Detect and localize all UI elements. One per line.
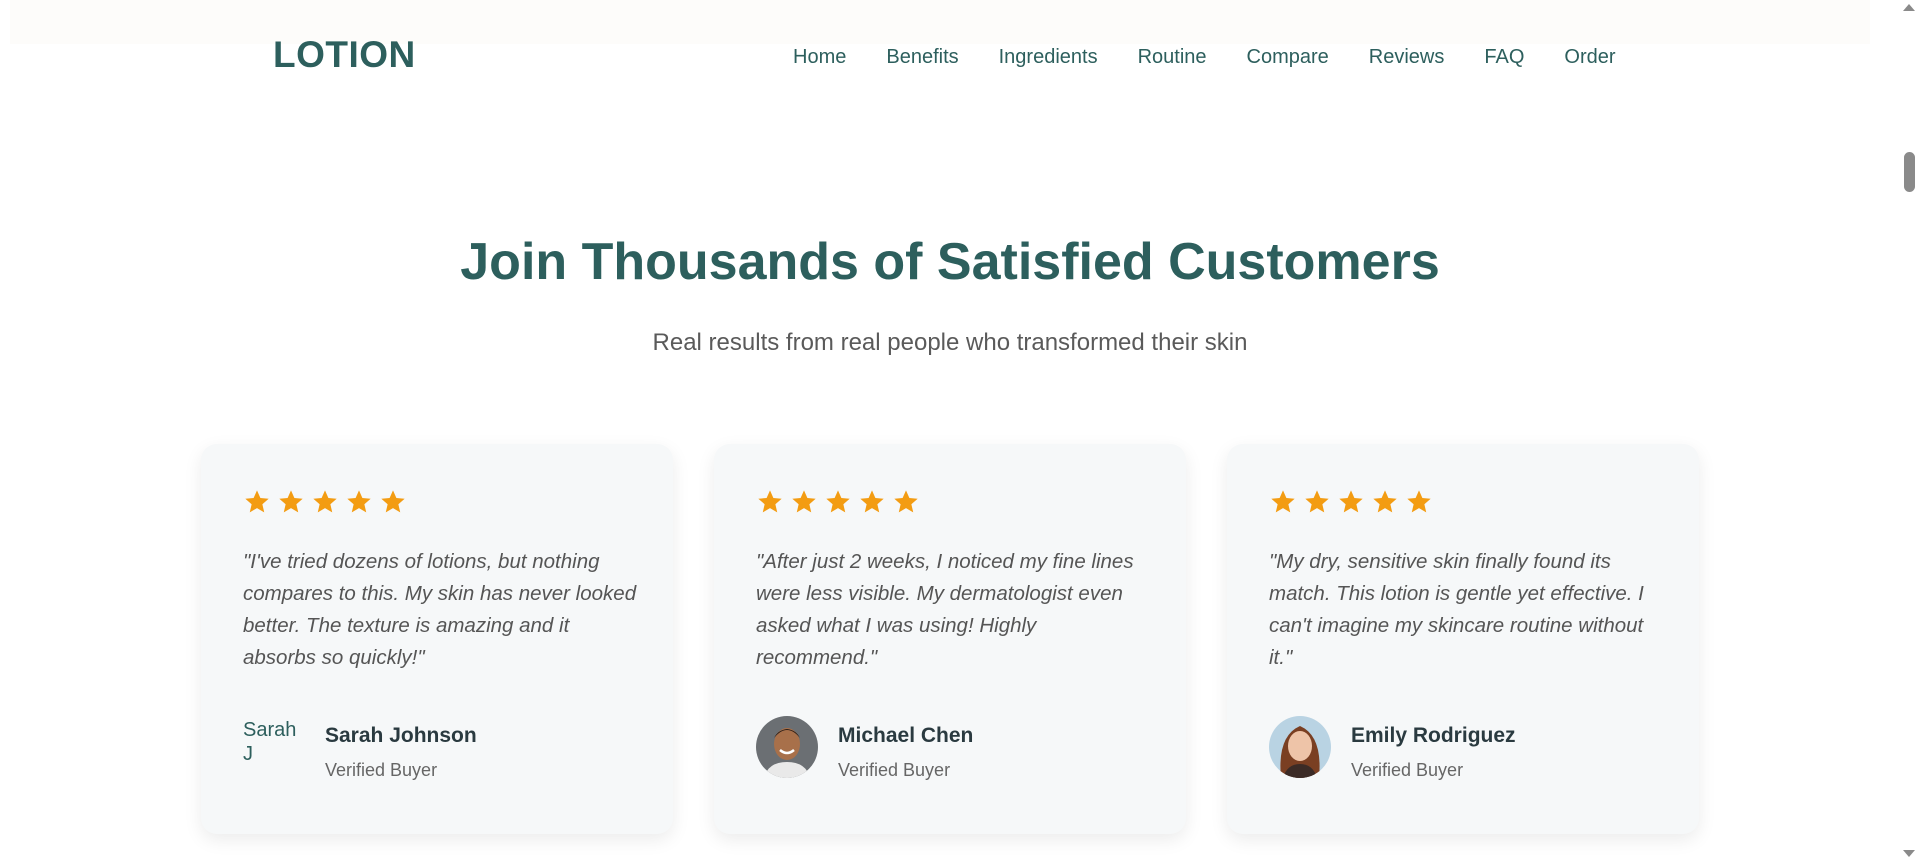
testimonial-card: "I've tried dozens of lotions, but nothi…	[201, 444, 673, 834]
author-info: Emily Rodriguez Verified Buyer	[1351, 716, 1516, 781]
star-icon	[1271, 490, 1295, 513]
star-rating	[756, 488, 1144, 516]
author-info: Michael Chen Verified Buyer	[838, 716, 973, 781]
avatar-image	[756, 716, 818, 778]
nav-reviews[interactable]: Reviews	[1369, 46, 1445, 69]
page-scrollbar[interactable]	[1900, 0, 1919, 861]
author-role: Verified Buyer	[325, 760, 438, 780]
testimonial-quote: "I've tried dozens of lotions, but nothi…	[243, 550, 637, 669]
nav-home[interactable]: Home	[793, 46, 846, 69]
testimonial-author: Emily Rodriguez Verified Buyer	[1269, 716, 1516, 781]
star-icon	[826, 490, 850, 513]
avatar-image	[1269, 716, 1331, 778]
testimonial-quote: "After just 2 weeks, I noticed my fine l…	[756, 550, 1134, 669]
scroll-up-arrow-icon[interactable]	[1903, 4, 1915, 11]
nav-faq[interactable]: FAQ	[1484, 46, 1524, 69]
avatar	[756, 716, 818, 778]
nav-compare[interactable]: Compare	[1247, 46, 1329, 69]
star-icon	[792, 490, 816, 513]
testimonial-card: "After just 2 weeks, I noticed my fine l…	[714, 444, 1186, 834]
nav-benefits[interactable]: Benefits	[886, 46, 958, 69]
star-icon	[1373, 490, 1397, 513]
star-rating	[1269, 488, 1657, 516]
testimonial-card: "My dry, sensitive skin finally found it…	[1227, 444, 1699, 834]
star-icon	[1407, 490, 1431, 513]
section-title: Join Thousands of Satisfied Customers	[460, 233, 1440, 291]
star-icon	[1339, 490, 1363, 513]
star-icon	[245, 490, 269, 513]
nav-order[interactable]: Order	[1564, 46, 1615, 69]
star-icon	[1305, 490, 1329, 513]
section-subtitle: Real results from real people who transf…	[652, 329, 1248, 356]
star-icon	[347, 490, 371, 513]
author-name: Sarah Johnson	[325, 724, 477, 747]
site-logo[interactable]: LOTION	[273, 34, 416, 76]
scrollbar-thumb[interactable]	[1904, 152, 1915, 192]
testimonial-author: Michael Chen Verified Buyer	[756, 716, 973, 781]
author-name: Michael Chen	[838, 724, 974, 747]
star-icon	[381, 490, 405, 513]
testimonial-quote: "My dry, sensitive skin finally found it…	[1269, 550, 1644, 669]
scroll-down-arrow-icon[interactable]	[1903, 850, 1915, 857]
main-nav: Home Benefits Ingredients Routine Compar…	[793, 46, 1616, 69]
testimonial-author: Sarah J Sarah Johnson Verified Buyer	[243, 716, 477, 781]
star-icon	[894, 490, 918, 513]
star-icon	[758, 490, 782, 513]
avatar: Sarah J	[243, 716, 305, 778]
author-role: Verified Buyer	[1351, 760, 1464, 780]
author-role: Verified Buyer	[838, 760, 951, 780]
nav-ingredients[interactable]: Ingredients	[999, 46, 1098, 69]
star-icon	[860, 490, 884, 513]
author-name: Emily Rodriguez	[1351, 724, 1516, 747]
star-rating	[243, 488, 631, 516]
author-info: Sarah Johnson Verified Buyer	[325, 716, 477, 781]
nav-routine[interactable]: Routine	[1138, 46, 1207, 69]
broken-image-alt: Sarah J	[243, 719, 297, 765]
avatar	[1269, 716, 1331, 778]
star-icon	[313, 490, 337, 513]
star-icon	[279, 490, 303, 513]
